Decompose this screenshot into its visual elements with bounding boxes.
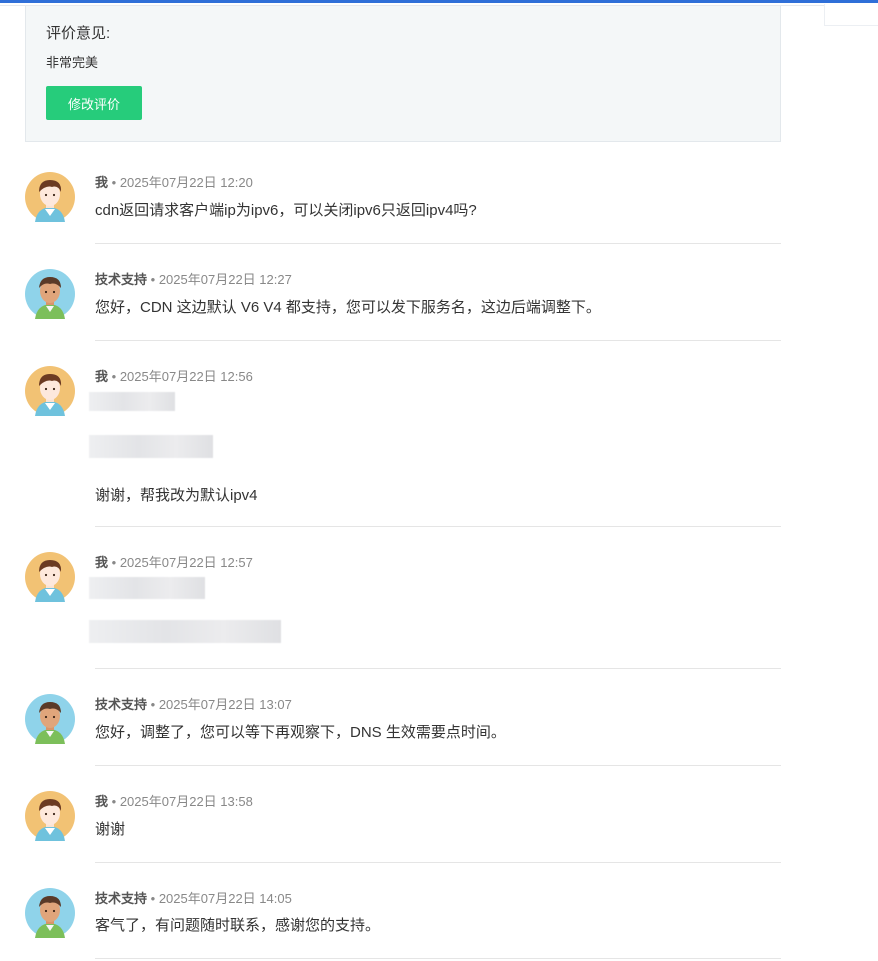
meta-separator: • (150, 891, 156, 906)
review-card: 评价意见: 非常完美 修改评价 (25, 6, 781, 142)
message-divider (95, 526, 781, 527)
message-time: 2025年07月22日 12:27 (158, 272, 292, 287)
meta-separator: • (111, 794, 117, 809)
message-divider (95, 243, 781, 244)
message-author: 我 (95, 369, 109, 384)
message-divider (95, 340, 781, 341)
message-time: 2025年07月22日 13:58 (119, 794, 253, 809)
user-avatar-icon (25, 172, 75, 222)
meta-separator: • (150, 272, 156, 287)
support-avatar-icon (25, 269, 75, 319)
message-text: 谢谢 (95, 821, 126, 838)
meta-separator: • (111, 369, 117, 384)
message-time: 2025年07月22日 12:57 (119, 555, 253, 570)
redacted-content (89, 392, 175, 411)
message-text: 您好，调整了，您可以等下再观察下，DNS 生效需要点时间。 (95, 724, 506, 741)
message-author: 技术支持 (95, 891, 148, 906)
message-divider (95, 958, 781, 959)
support-avatar-icon (25, 888, 75, 938)
message-meta: 我 • 2025年07月22日 12:56 (95, 366, 253, 385)
side-panel-edge (824, 4, 878, 26)
message-meta: 技术支持 • 2025年07月22日 12:27 (95, 269, 292, 288)
message-text: cdn返回请求客户端ip为ipv6，可以关闭ipv6只返回ipv4吗? (95, 202, 477, 219)
user-avatar-icon (25, 552, 75, 602)
support-avatar-icon (25, 694, 75, 744)
meta-separator: • (150, 697, 156, 712)
edit-review-button[interactable]: 修改评价 (46, 86, 142, 120)
user-avatar-icon (25, 791, 75, 841)
top-accent-bar (0, 0, 878, 3)
message-divider (95, 862, 781, 863)
message-author: 我 (95, 555, 109, 570)
message-text: 谢谢，帮我改为默认ipv4 (95, 487, 258, 504)
message-time: 2025年07月22日 13:07 (158, 697, 292, 712)
review-text: 非常完美 (46, 55, 99, 70)
user-avatar-icon (25, 366, 75, 416)
meta-separator: • (111, 555, 117, 570)
message-author: 技术支持 (95, 697, 148, 712)
message-meta: 技术支持 • 2025年07月22日 13:07 (95, 694, 292, 713)
message-meta: 我 • 2025年07月22日 12:20 (95, 172, 253, 191)
message-divider (95, 668, 781, 669)
redacted-content (89, 620, 281, 643)
message-meta: 我 • 2025年07月22日 12:57 (95, 552, 253, 571)
message-author: 技术支持 (95, 272, 148, 287)
redacted-content (89, 577, 205, 599)
message-time: 2025年07月22日 12:20 (119, 175, 253, 190)
message-time: 2025年07月22日 14:05 (158, 891, 292, 906)
message-meta: 技术支持 • 2025年07月22日 14:05 (95, 888, 292, 907)
message-author: 我 (95, 175, 109, 190)
message-text: 客气了，有问题随时联系，感谢您的支持。 (95, 917, 381, 934)
message-text: 您好，CDN 这边默认 V6 V4 都支持，您可以发下服务名，这边后端调整下。 (95, 299, 601, 316)
meta-separator: • (111, 175, 117, 190)
message-time: 2025年07月22日 12:56 (119, 369, 253, 384)
message-divider (95, 765, 781, 766)
review-label: 评价意见: (46, 25, 111, 42)
message-author: 我 (95, 794, 109, 809)
redacted-content (89, 435, 213, 458)
message-meta: 我 • 2025年07月22日 13:58 (95, 791, 253, 810)
